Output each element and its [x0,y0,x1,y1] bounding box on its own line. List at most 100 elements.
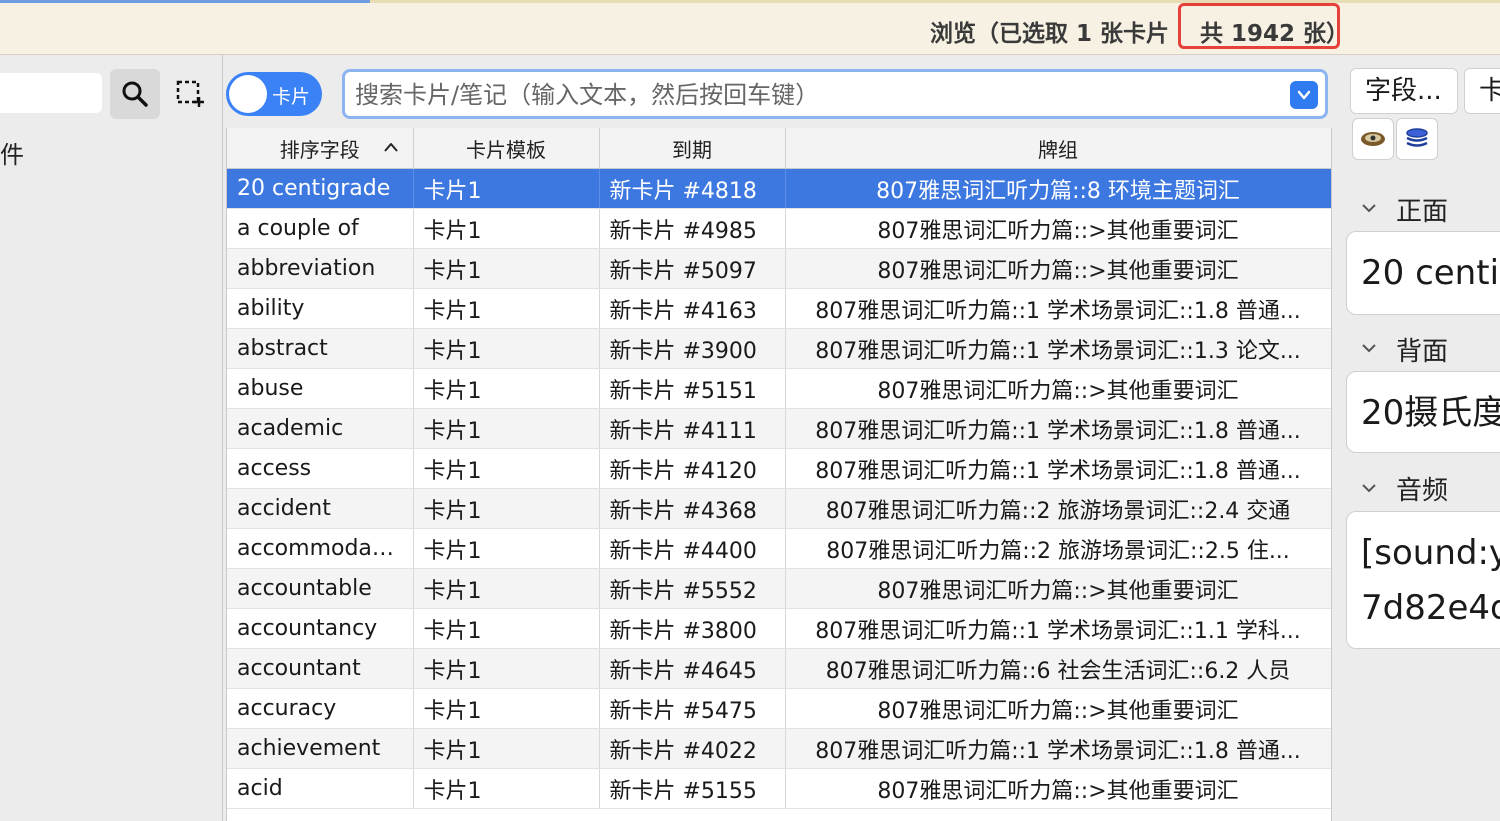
table-row[interactable]: ability 卡片1 新卡片 #4163 807雅思词汇听力篇::1 学术场景词汇:… [227,288,1331,329]
sort-field-cell: accident [227,488,414,529]
table-header-row: 排序字段 卡片模板 到期 牌组 [227,128,1331,169]
deck-cell: 807雅思词汇听力篇::6 社会生活词汇::6.2 人员 [785,648,1331,689]
table-row[interactable]: access 卡片1 新卡片 #4120 807雅思词汇听力篇::1 学术场景词汇::… [227,448,1331,489]
card-template-cell: 卡片1 [413,248,600,289]
deck-cell: 807雅思词汇听力篇::8 环境主题词汇 [785,168,1331,209]
card-template-cell: 卡片1 [413,288,600,329]
field-input-audio[interactable]: [sound:y 7d82e4d [1346,511,1500,649]
card-template-cell: 卡片1 [413,408,600,449]
table-row[interactable]: abstract 卡片1 新卡片 #3900 807雅思词汇听力篇::1 学术场景词汇… [227,328,1331,369]
chevron-up-icon [383,143,398,152]
table-row[interactable]: 20 centigrade 卡片1 新卡片 #4818 807雅思词汇听力篇::8 环… [227,168,1331,209]
card-template-cell: 卡片1 [413,448,600,489]
cards-notes-toggle[interactable]: 卡片 [226,72,322,116]
due-cell: 新卡片 #5151 [599,368,786,409]
table-row[interactable]: abbreviation 卡片1 新卡片 #5097 807雅思词汇听力篇::>其他重… [227,248,1331,289]
card-template-cell: 卡片1 [413,208,600,249]
card-template-cell: 卡片1 [413,368,600,409]
sort-field-cell: academic [227,408,414,449]
table-row[interactable]: accountancy 卡片1 新卡片 #3800 807雅思词汇听力篇::1 学术场… [227,608,1331,649]
sort-field-cell: accountant [227,648,414,689]
deck-cell: 807雅思词汇听力篇::>其他重要词汇 [785,688,1331,729]
chevron-down-icon [1297,90,1311,100]
due-cell: 新卡片 #3800 [599,608,786,649]
column-header-label: 排序字段 [279,137,360,162]
sidebar-item-partial[interactable]: 件 [0,135,24,170]
table-row[interactable]: accountable 卡片1 新卡片 #5552 807雅思词汇听力篇::>其他重要… [227,568,1331,609]
column-header-deck[interactable]: 牌组 [785,128,1331,169]
search-button[interactable] [110,69,160,119]
table-row[interactable]: abuse 卡片1 新卡片 #5151 807雅思词汇听力篇::>其他重要词汇 [227,368,1331,409]
editor-pane: 字段... 卡 正面 20 centig 背面 20摄氏度 音频 [sound:… [1332,55,1500,821]
card-template-cell: 卡片1 [413,168,600,209]
preview-button[interactable] [1352,118,1394,160]
sort-field-cell: ability [227,288,414,329]
table-row[interactable]: accident 卡片1 新卡片 #4368 807雅思词汇听力篇::2 旅游场景词汇… [227,488,1331,529]
toggle-knob [229,75,267,113]
due-cell: 新卡片 #4163 [599,288,786,329]
count-highlight-box [1178,3,1340,49]
deck-cell: 807雅思词汇听力篇::1 学术场景词汇::1.8 普通... [785,728,1331,769]
chevron-down-icon[interactable] [1360,339,1378,357]
stack-icon [1406,128,1428,147]
sort-field-cell: acid [227,768,414,809]
deck-cell: 807雅思词汇听力篇::>其他重要词汇 [785,208,1331,249]
select-area-icon [176,80,204,107]
due-cell: 新卡片 #4818 [599,168,786,209]
card-template-cell: 卡片1 [413,768,600,809]
due-cell: 新卡片 #4120 [599,448,786,489]
sort-field-cell: 20 centigrade [227,168,414,209]
due-cell: 新卡片 #5552 [599,568,786,609]
fields-button[interactable]: 字段... [1350,68,1458,114]
column-header-sort-field[interactable]: 排序字段 [227,128,414,169]
due-cell: 新卡片 #5097 [599,248,786,289]
table-row[interactable]: academic 卡片1 新卡片 #4111 807雅思词汇听力篇::1 学术场景词汇… [227,408,1331,449]
field-input-front[interactable]: 20 centig [1346,231,1500,315]
table-row[interactable]: a couple of 卡片1 新卡片 #4985 807雅思词汇听力篇::>其他重要… [227,208,1331,249]
search-input[interactable] [353,77,1287,113]
card-template-cell: 卡片1 [413,688,600,729]
deck-cell: 807雅思词汇听力篇::1 学术场景词汇::1.8 普通... [785,448,1331,489]
card-template-cell: 卡片1 [413,328,600,369]
table-row[interactable]: acid 卡片1 新卡片 #5155 807雅思词汇听力篇::>其他重要词汇 [227,768,1331,809]
table-row[interactable]: accommodation 卡片1 新卡片 #4400 807雅思词汇听力篇::2 旅… [227,528,1331,569]
sort-field-cell: accountable [227,568,414,609]
card-template-cell: 卡片1 [413,488,600,529]
deck-cell: 807雅思词汇听力篇::1 学术场景词汇::1.3 论文... [785,328,1331,369]
search-icon [122,81,148,107]
field-input-back[interactable]: 20摄氏度 [1346,371,1500,453]
sort-field-cell: a couple of [227,208,414,249]
column-header-card-template[interactable]: 卡片模板 [413,128,600,169]
deck-cell: 807雅思词汇听力篇::2 旅游场景词汇::2.4 交通 [785,488,1331,529]
deck-cell: 807雅思词汇听力篇::>其他重要词汇 [785,568,1331,609]
table-row[interactable]: accuracy 卡片1 新卡片 #5475 807雅思词汇听力篇::>其他重要词汇 [227,688,1331,729]
card-template-cell: 卡片1 [413,568,600,609]
table-row[interactable]: achievement 卡片1 新卡片 #4022 807雅思词汇听力篇::1 学术场… [227,728,1331,769]
eye-icon [1361,132,1385,146]
due-cell: 新卡片 #4022 [599,728,786,769]
card-template-cell: 卡片1 [413,608,600,649]
select-area-button[interactable] [165,69,215,119]
table-row[interactable]: accountant 卡片1 新卡片 #4645 807雅思词汇听力篇::6 社会生活… [227,648,1331,689]
field-label-back: 背面 [1396,337,1449,367]
sort-field-cell: abuse [227,368,414,409]
chevron-down-icon[interactable] [1360,199,1378,217]
cards-button[interactable]: 卡 [1464,68,1500,114]
field-label-audio: 音频 [1396,476,1449,506]
deck-stack-button[interactable] [1396,118,1438,160]
search-history-dropdown[interactable] [1290,81,1318,109]
title-bar: 浏览（已选取 1 张卡片 共 1942 张） [0,3,1500,55]
chevron-down-icon[interactable] [1360,479,1378,497]
column-header-due[interactable]: 到期 [599,128,786,169]
due-cell: 新卡片 #4985 [599,208,786,249]
sort-field-cell: achievement [227,728,414,769]
sort-field-cell: abstract [227,328,414,369]
sort-field-cell: accountancy [227,608,414,649]
deck-cell: 807雅思词汇听力篇::>其他重要词汇 [785,368,1331,409]
search-field-container [342,69,1328,119]
sidebar-search-input[interactable] [0,73,102,113]
deck-cell: 807雅思词汇听力篇::1 学术场景词汇::1.1 学科... [785,608,1331,649]
due-cell: 新卡片 #4111 [599,408,786,449]
toggle-label: 卡片 [272,86,311,108]
sort-field-cell: accuracy [227,688,414,729]
